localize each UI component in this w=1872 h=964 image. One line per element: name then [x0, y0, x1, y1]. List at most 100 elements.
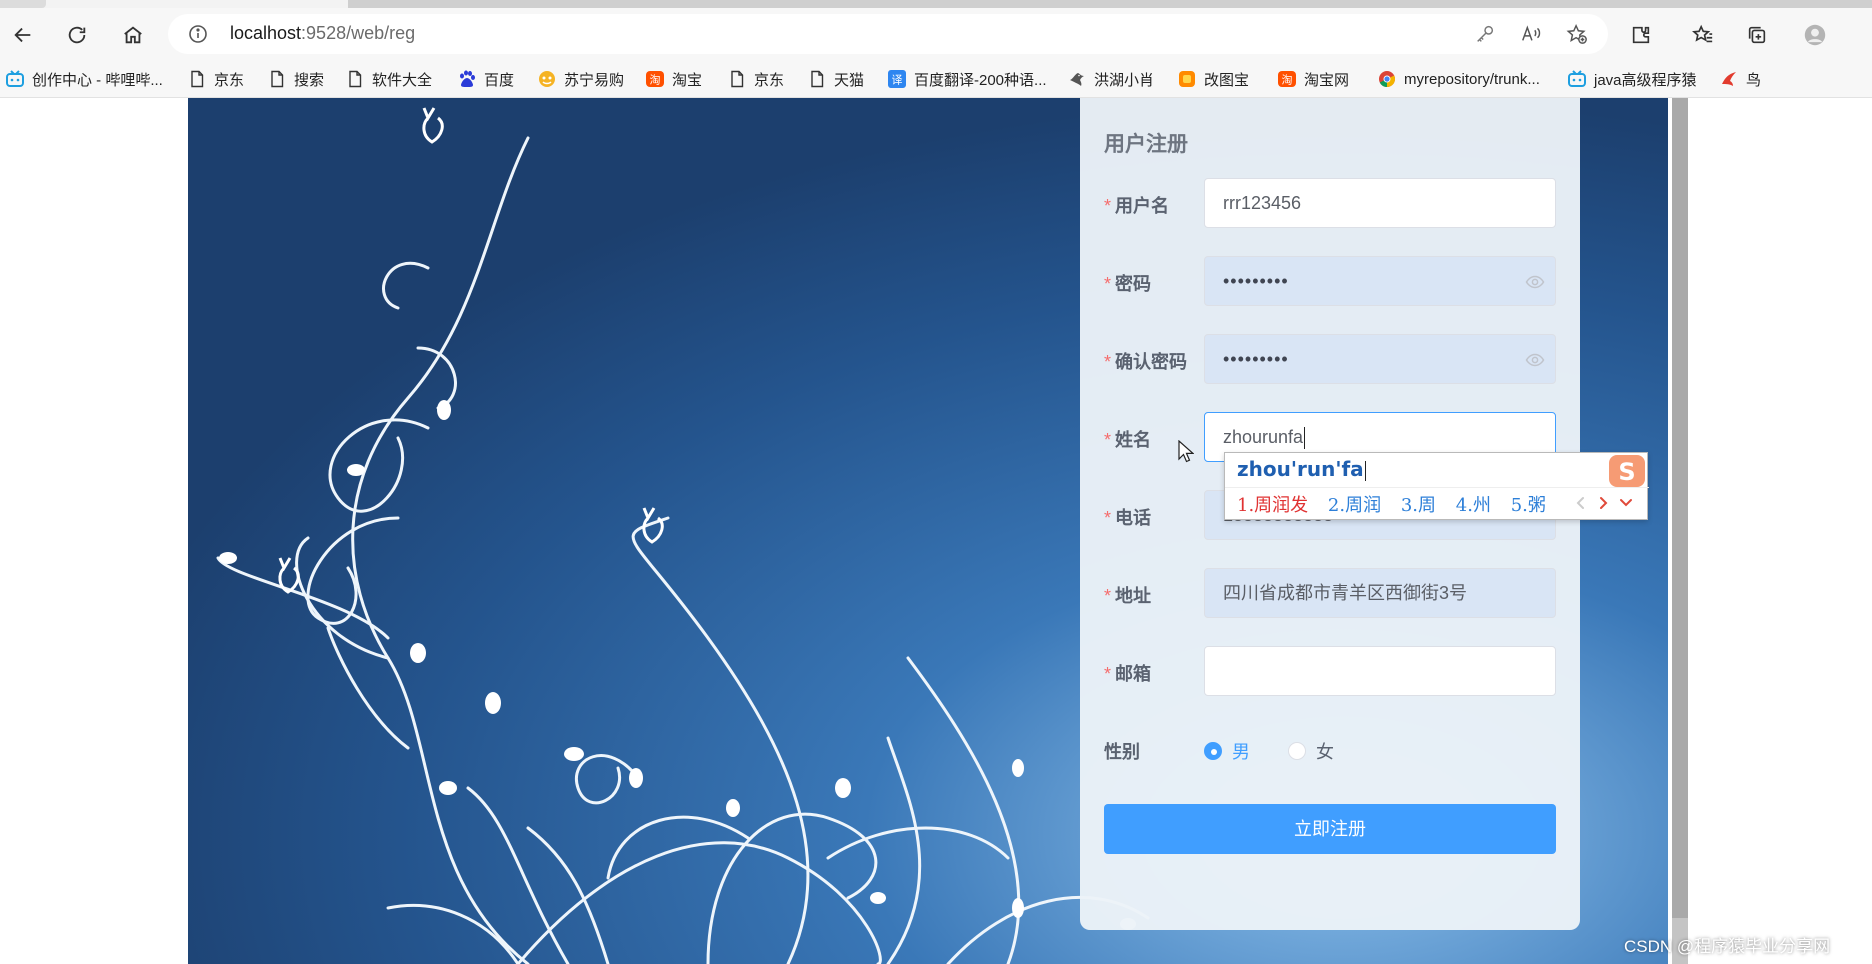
bookmarks-bar: 创作中心 - 哔哩哔... 京东 搜索 软件大全 百度 苏宁易购 淘 淘宝 京东: [0, 60, 1872, 98]
confirm-password-label: * 确认密码: [1104, 348, 1187, 374]
bird-icon: [1722, 72, 1736, 86]
browser-toolbar: localhost:9528/web/reg: [0, 8, 1872, 60]
bookmark-item[interactable]: 译 百度翻译-200种语...: [888, 68, 1047, 90]
eye-icon[interactable]: [1525, 350, 1545, 370]
gaitubao-icon: [1179, 71, 1195, 87]
collections-button[interactable]: [1740, 18, 1774, 52]
bookmark-item[interactable]: 创作中心 - 哔哩哔...: [6, 68, 163, 90]
phone-label: * 电话: [1104, 504, 1151, 530]
bookmark-label: 洪湖小肖: [1094, 71, 1155, 89]
required-mark: *: [1104, 664, 1112, 684]
email-label-text: 邮箱: [1115, 664, 1152, 684]
bookmark-item[interactable]: 鸟: [1720, 68, 1761, 90]
reload-icon: [68, 26, 86, 44]
svg-text:淘: 淘: [1282, 74, 1293, 87]
read-aloud-icon[interactable]: [1520, 23, 1542, 45]
ime-candidate-window[interactable]: zhou'run'fa 1.周润发 2.周润 3.周 4.州 5.粥 S: [1224, 452, 1649, 520]
page-icon: [731, 70, 744, 88]
chrome-icon: [1379, 71, 1396, 87]
favorites-icon: [1692, 24, 1713, 43]
reload-button[interactable]: [60, 18, 94, 52]
address-input[interactable]: 四川省成都市青羊区西御街3号: [1204, 568, 1556, 618]
username-input[interactable]: rrr123456: [1204, 178, 1556, 228]
ime-page-nav[interactable]: [1573, 493, 1639, 513]
bookmark-item[interactable]: java高级程序猿: [1568, 68, 1697, 90]
bookmark-label: 淘宝: [672, 71, 703, 89]
confirm-password-input[interactable]: •••••••••: [1204, 334, 1556, 384]
svg-text:S: S: [1618, 458, 1635, 486]
password-value: •••••••••: [1223, 271, 1289, 291]
form-title: 用户注册: [1104, 133, 1188, 156]
bookmark-item[interactable]: 天猫: [808, 68, 864, 90]
svg-text:淘: 淘: [650, 74, 661, 87]
page-scrollbar-thumb[interactable]: [1672, 98, 1688, 918]
password-input[interactable]: •••••••••: [1204, 256, 1556, 306]
bookmark-label: 淘宝网: [1304, 71, 1350, 89]
key-icon[interactable]: [1474, 23, 1496, 45]
username-row: * 用户名 rrr123456: [1104, 178, 1556, 228]
register-button[interactable]: 立即注册: [1104, 804, 1556, 854]
radio-unselected-icon: [1288, 742, 1306, 760]
bookmark-item[interactable]: 京东: [728, 68, 784, 90]
bookmark-label: 改图宝: [1204, 71, 1250, 89]
address-label-text: 地址: [1115, 586, 1152, 606]
bookmark-item[interactable]: 苏宁易购: [538, 68, 624, 90]
page-icon: [349, 70, 362, 88]
address-label: * 地址: [1104, 582, 1151, 608]
bookmark-label: 京东: [214, 71, 245, 89]
address-bar[interactable]: localhost:9528/web/reg: [168, 14, 1608, 54]
bookmark-item[interactable]: 软件大全: [346, 68, 432, 90]
url-path: :9528/web/reg: [301, 23, 416, 43]
info-icon[interactable]: [188, 24, 208, 44]
bookmark-item[interactable]: 改图宝: [1178, 68, 1249, 90]
bookmark-item[interactable]: 百度: [458, 68, 514, 90]
email-label: * 邮箱: [1104, 660, 1151, 686]
bookmark-label: 创作中心 - 哔哩哔...: [32, 71, 163, 89]
ime-candidate[interactable]: 1.周润发: [1237, 495, 1308, 516]
profile-button[interactable]: [1798, 18, 1832, 52]
bookmark-item[interactable]: 淘 淘宝: [646, 68, 702, 90]
address-row: * 地址 四川省成都市青羊区西御街3号: [1104, 568, 1556, 618]
url-text[interactable]: localhost:9528/web/reg: [230, 23, 415, 44]
ime-candidate[interactable]: 2.周润: [1328, 495, 1381, 516]
email-input[interactable]: [1204, 646, 1556, 696]
ime-candidate[interactable]: 3.周: [1401, 495, 1436, 516]
name-label: * 姓名: [1104, 426, 1151, 452]
bookmark-item[interactable]: myrepository/trunk...: [1378, 68, 1540, 90]
favorite-add-icon[interactable]: [1566, 23, 1588, 45]
password-row: * 密码 •••••••••: [1104, 256, 1556, 306]
ime-candidates: 1.周润发 2.周润 3.周 4.州 5.粥: [1237, 491, 1560, 517]
gender-label: 性别: [1104, 742, 1140, 762]
bookmark-item[interactable]: 洪湖小肖: [1068, 68, 1154, 90]
bookmark-label: 搜索: [294, 71, 325, 89]
home-button[interactable]: [116, 18, 150, 52]
bookmark-item[interactable]: 京东: [188, 68, 244, 90]
bilibili-icon: [6, 70, 24, 87]
gender-radio-male[interactable]: 男: [1204, 738, 1250, 764]
username-label-text: 用户名: [1115, 196, 1170, 216]
favorites-button[interactable]: [1686, 18, 1720, 52]
sogou-logo-icon: S: [1609, 455, 1645, 487]
back-button[interactable]: [6, 18, 40, 52]
tab[interactable]: [0, 0, 46, 8]
url-host: localhost: [230, 23, 302, 43]
taobao-icon: 淘: [646, 71, 664, 87]
watermark: CSDN @程序猿毕业分享网: [1624, 937, 1831, 956]
bookmark-item[interactable]: 搜索: [268, 68, 324, 90]
bookmark-label: myrepository/trunk...: [1404, 70, 1540, 88]
page-icon: [271, 70, 284, 88]
confirm-password-value: •••••••••: [1223, 349, 1289, 369]
bookmark-label: java高级程序猿: [1594, 71, 1697, 89]
ime-candidate[interactable]: 4.州: [1456, 495, 1491, 516]
gender-option-label: 男: [1232, 742, 1250, 762]
suning-icon: [539, 71, 555, 87]
bookmark-label: 京东: [754, 71, 785, 89]
ime-candidate[interactable]: 5.粥: [1511, 495, 1546, 516]
eye-icon[interactable]: [1525, 272, 1545, 292]
required-mark: *: [1104, 430, 1112, 450]
bookmark-label: 软件大全: [372, 71, 433, 89]
gender-radio-female[interactable]: 女: [1288, 738, 1334, 764]
extensions-button[interactable]: [1624, 18, 1658, 52]
bookmark-item[interactable]: 淘 淘宝网: [1278, 68, 1349, 90]
password-label: * 密码: [1104, 270, 1151, 296]
